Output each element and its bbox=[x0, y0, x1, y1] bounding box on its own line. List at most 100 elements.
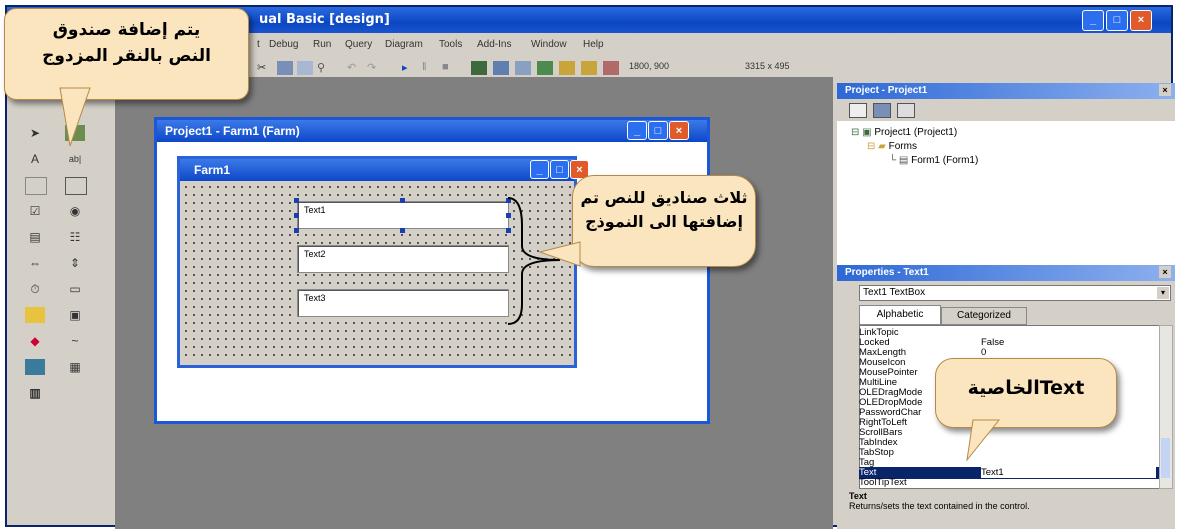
frame-icon[interactable] bbox=[25, 177, 47, 195]
optionbutton-icon[interactable]: ◉ bbox=[65, 203, 85, 219]
toolbox: ➤ A ab| ☑ ◉ ▤ ☷ ⇔ ⇕ ⏱ ▭ ▣ ◆ ~ ▦ ▥ bbox=[19, 119, 115, 419]
properties-close-icon[interactable]: × bbox=[1159, 266, 1171, 278]
selection-handle[interactable] bbox=[294, 198, 299, 203]
project-icon: ⊟ ▣ bbox=[851, 127, 875, 138]
combobox-icon[interactable]: ▤ bbox=[25, 229, 45, 245]
project-maximize-button[interactable]: □ bbox=[648, 121, 668, 140]
window-title: ual Basic [design] bbox=[259, 12, 390, 27]
tree-folder[interactable]: ⊟ ▰ Forms bbox=[867, 141, 917, 152]
stop-icon[interactable]: ■ bbox=[442, 61, 458, 75]
maximize-button[interactable]: □ bbox=[1106, 10, 1128, 31]
project-minimize-button[interactable]: _ bbox=[627, 121, 647, 140]
view-code-icon[interactable] bbox=[849, 103, 867, 118]
object-dropdown-value: Text1 TextBox bbox=[863, 287, 926, 298]
tree-item-label: Form1 (Form1) bbox=[911, 155, 979, 166]
component-manager-icon[interactable] bbox=[603, 61, 619, 75]
menu-item-query[interactable]: Query bbox=[345, 39, 372, 50]
menu-item-addins[interactable]: Add-Ins bbox=[477, 39, 511, 50]
form-maximize-button[interactable]: □ bbox=[550, 160, 569, 179]
cut-icon[interactable]: ✂ bbox=[257, 61, 273, 75]
checkbox-icon[interactable]: ☑ bbox=[25, 203, 45, 219]
selection-handle[interactable] bbox=[400, 198, 405, 203]
property-name: ToolTipText bbox=[859, 477, 907, 488]
object-browser-icon[interactable] bbox=[537, 61, 553, 75]
hscrollbar-icon[interactable]: ⇔ bbox=[25, 255, 45, 271]
tree-root-label: Project1 (Project1) bbox=[874, 127, 958, 138]
project-window-title: Project1 - Farm1 (Farm) bbox=[165, 124, 300, 138]
selection-handle[interactable] bbox=[294, 213, 299, 218]
callout-text-property: الخاصيةText bbox=[935, 358, 1117, 428]
project-explorer-icon[interactable] bbox=[471, 61, 487, 75]
tree-item[interactable]: └ ▤ Form1 (Form1) bbox=[889, 155, 978, 166]
line-icon[interactable]: ~ bbox=[65, 333, 85, 349]
ole-icon[interactable]: ▥ bbox=[25, 385, 45, 401]
copy-icon[interactable] bbox=[277, 61, 293, 75]
minimize-button[interactable]: _ bbox=[1082, 10, 1104, 31]
textbox-2[interactable]: Text2 bbox=[297, 245, 509, 273]
menu-item-window[interactable]: Window bbox=[531, 39, 567, 50]
property-description: Text Returns/sets the text contained in … bbox=[849, 491, 1171, 527]
project-close-button[interactable]: × bbox=[669, 121, 689, 140]
property-scrollbar[interactable] bbox=[1159, 325, 1173, 489]
menu-item-debug[interactable]: Debug bbox=[269, 39, 298, 50]
chevron-down-icon[interactable]: ▾ bbox=[1157, 287, 1169, 299]
menu-item-tools[interactable]: Tools bbox=[439, 39, 462, 50]
undo-icon[interactable]: ↶ bbox=[347, 61, 363, 75]
find-icon[interactable]: ⚲ bbox=[317, 61, 333, 75]
form-minimize-button[interactable]: _ bbox=[530, 160, 549, 179]
tree-folder-label: Forms bbox=[888, 141, 917, 152]
drivelistbox-icon[interactable]: ▭ bbox=[65, 281, 85, 297]
paste-icon[interactable] bbox=[297, 61, 313, 75]
data-icon[interactable]: ▦ bbox=[65, 359, 85, 375]
project-explorer-toolbar bbox=[837, 99, 1175, 121]
listbox-icon[interactable]: ☷ bbox=[65, 229, 85, 245]
selection-handle[interactable] bbox=[294, 228, 299, 233]
pause-icon[interactable]: ‖ bbox=[422, 61, 438, 75]
menu-item-format[interactable]: t bbox=[257, 39, 260, 50]
callout-line-2: إضافتها الى النموذج bbox=[585, 212, 743, 231]
form-titlebar: Farm1 _ □ × bbox=[180, 159, 589, 181]
tab-categorized[interactable]: Categorized bbox=[941, 307, 1027, 325]
tree-root[interactable]: ⊟ ▣ Project1 (Project1) bbox=[851, 127, 957, 138]
dirlistbox-icon[interactable] bbox=[25, 307, 45, 323]
toolbox-icon[interactable] bbox=[559, 61, 575, 75]
menu-item-diagram[interactable]: Diagram bbox=[385, 39, 423, 50]
commandbutton-icon[interactable] bbox=[65, 177, 87, 195]
redo-icon[interactable]: ↷ bbox=[367, 61, 383, 75]
textbox-1[interactable]: Text1 bbox=[297, 201, 509, 229]
menu-item-run[interactable]: Run bbox=[313, 39, 331, 50]
textbox-3[interactable]: Text3 bbox=[297, 289, 509, 317]
properties-titlebar: Properties - Text1 × bbox=[837, 265, 1175, 281]
vscrollbar-icon[interactable]: ⇕ bbox=[65, 255, 85, 271]
callout-line-2: النص بالنقر المزدوج bbox=[42, 46, 211, 66]
toggle-folders-icon[interactable] bbox=[897, 103, 915, 118]
callout-line-1: ثلاث صناديق للنص تم bbox=[580, 188, 748, 207]
form-title: Farm1 bbox=[194, 163, 231, 177]
menu-item-help[interactable]: Help bbox=[583, 39, 604, 50]
project-explorer-close-icon[interactable]: × bbox=[1159, 84, 1171, 96]
run-icon[interactable]: ▸ bbox=[402, 61, 418, 75]
timer-icon[interactable]: ⏱ bbox=[25, 281, 45, 297]
scrollbar-thumb[interactable] bbox=[1161, 438, 1170, 478]
image-icon[interactable] bbox=[25, 359, 45, 375]
callout-add-textbox: يتم إضافة صندوق النص بالنقر المزدوج bbox=[4, 8, 249, 100]
project-explorer-title: Project - Project1 bbox=[845, 85, 928, 96]
data-view-icon[interactable] bbox=[581, 61, 597, 75]
close-button[interactable]: × bbox=[1130, 10, 1152, 31]
tab-alphabetic[interactable]: Alphabetic bbox=[859, 305, 941, 325]
callout-bracket bbox=[507, 197, 581, 325]
filelistbox-icon[interactable]: ▣ bbox=[65, 307, 85, 323]
form-layout-icon[interactable] bbox=[515, 61, 531, 75]
properties-title: Properties - Text1 bbox=[845, 267, 929, 278]
shape-icon[interactable]: ◆ bbox=[25, 333, 45, 349]
property-row[interactable]: ToolTipText bbox=[859, 477, 1159, 489]
description-text: Returns/sets the text contained in the c… bbox=[849, 501, 1030, 511]
selection-handle[interactable] bbox=[400, 228, 405, 233]
project-form-window: Project1 - Farm1 (Farm) _ □ × Farm1 _ □ … bbox=[154, 117, 710, 424]
callout-pointer bbox=[59, 87, 91, 147]
view-object-icon[interactable] bbox=[873, 103, 891, 118]
callout-three-textboxes: ثلاث صناديق للنص تم إضافتها الى النموذج bbox=[572, 175, 756, 267]
object-dropdown[interactable]: Text1 TextBox ▾ bbox=[859, 285, 1171, 301]
properties-window-icon[interactable] bbox=[493, 61, 509, 75]
form-icon: └ ▤ bbox=[889, 155, 912, 166]
